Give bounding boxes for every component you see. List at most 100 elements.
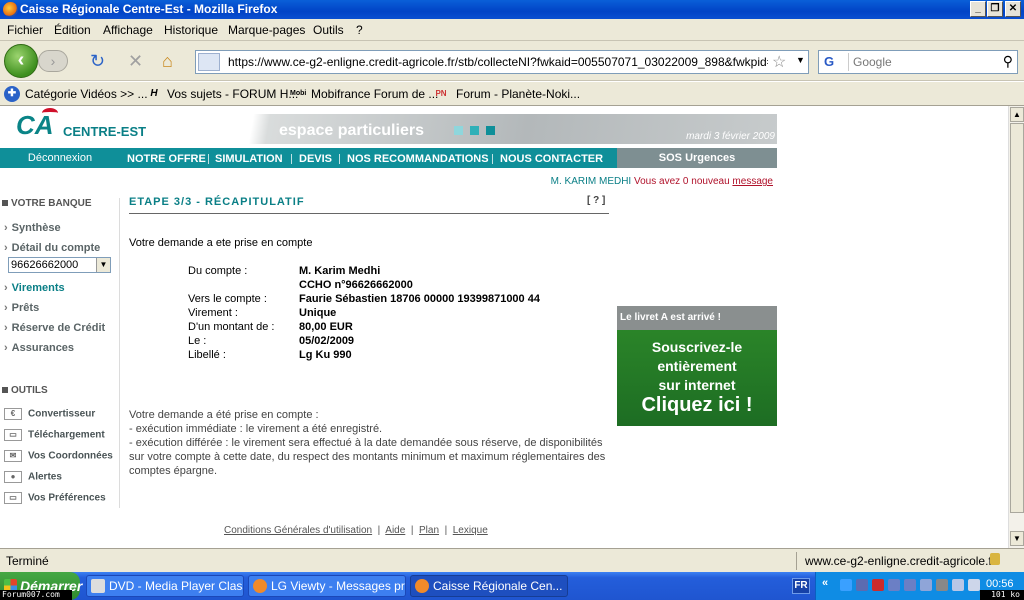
logout-link[interactable]: Déconnexion [0, 148, 120, 168]
forward-button[interactable]: › [38, 50, 68, 72]
promo-cta[interactable]: Cliquez ici ! [617, 394, 777, 417]
url-text[interactable]: https://www.ce-g2-enligne.credit-agricol… [228, 55, 768, 69]
site-identity-icon[interactable] [198, 53, 220, 71]
menu-detail-compte[interactable]: Détail du compte [4, 242, 101, 254]
menu-outils[interactable]: Outils [313, 23, 344, 37]
firefox-icon [253, 579, 267, 593]
message-link[interactable]: message [732, 176, 773, 187]
bookmark-item[interactable]: Vos sujets - FORUM H... [167, 87, 298, 101]
back-button[interactable]: ‹ [4, 44, 38, 78]
summary-value: M. Karim Medhi [299, 265, 381, 277]
menu-virements[interactable]: Virements [4, 282, 65, 294]
footer-cgu-link[interactable]: Conditions Générales d'utilisation [224, 525, 372, 536]
bluetooth-icon[interactable] [840, 579, 852, 591]
task-media-player[interactable]: DVD - Media Player Class... [86, 575, 244, 597]
bookmark-item[interactable]: Forum - Planète-Noki... [456, 87, 580, 101]
menu-historique[interactable]: Historique [164, 23, 218, 37]
nav-simulation[interactable]: SIMULATION [215, 148, 283, 170]
volume-icon[interactable] [968, 579, 980, 591]
summary-label: D'un montant de : [188, 321, 275, 333]
network-disconnected-icon[interactable] [904, 579, 916, 591]
tool-alertes[interactable]: ● Alertes [4, 471, 62, 483]
search-box[interactable]: G Google ⚲ [818, 50, 1018, 74]
volume-icon[interactable] [952, 579, 964, 591]
reload-icon[interactable]: ↻ [90, 51, 105, 71]
banner-square [486, 126, 495, 135]
firefox-icon [415, 579, 429, 593]
sos-urgences-button[interactable]: SOS Urgences [617, 148, 777, 168]
bookmark-item[interactable]: Catégorie Vidéos >> ... [25, 87, 148, 101]
tool-label: Téléchargement [28, 429, 105, 441]
help-link[interactable]: [ ? ] [587, 195, 605, 206]
network-icon[interactable] [856, 579, 868, 591]
task-lg-viewty[interactable]: LG Viewty - Messages pri... [248, 575, 406, 597]
menu-assurances[interactable]: Assurances [4, 342, 74, 354]
chevron-down-icon[interactable]: ▼ [96, 258, 110, 272]
bookmark-item[interactable]: Mobifrance Forum de ... [311, 87, 438, 101]
minimize-button[interactable]: _ [970, 1, 986, 17]
watermark: 101 ko [980, 590, 1024, 600]
menu-affichage[interactable]: Affichage [103, 23, 153, 37]
maximize-button[interactable]: ❐ [987, 1, 1003, 17]
vertical-scrollbar[interactable]: ▲ ▼ [1008, 106, 1024, 548]
antivirus-icon[interactable] [872, 579, 884, 591]
navigation-toolbar: ‹ › ↻ ✕ ⌂ https://www.ce-g2-enligne.cred… [0, 41, 1024, 81]
space-label: espace particuliers [279, 122, 424, 139]
summary-label: Le : [188, 335, 207, 347]
nav-notre-offre[interactable]: NOTRE OFFRE [127, 148, 206, 170]
left-menu: VOTRE BANQUE Synthèse Détail du compte 9… [0, 198, 120, 508]
taskbar: Démarrer DVD - Media Player Class... LG … [0, 572, 1024, 600]
footer-aide-link[interactable]: Aide [385, 525, 405, 536]
task-caisse-regionale[interactable]: Caisse Régionale Cen... [410, 575, 568, 597]
tray-app-icon[interactable] [936, 579, 948, 591]
scroll-down-icon[interactable]: ▼ [1010, 531, 1024, 546]
tool-preferences[interactable]: ▭ Vos Préférences [4, 492, 106, 504]
menu-help[interactable]: ? [356, 23, 363, 37]
nav-recommandations[interactable]: NOS RECOMMANDATIONS [347, 148, 489, 170]
search-engine-icon[interactable]: G [821, 53, 849, 71]
footer-lexique-link[interactable]: Lexique [453, 525, 488, 536]
summary-value: CCHO n°96626662000 [299, 279, 413, 291]
network-disconnected-icon[interactable] [888, 579, 900, 591]
close-button[interactable]: ✕ [1005, 1, 1021, 17]
menu-reserve-credit[interactable]: Réserve de Crédit [4, 322, 106, 334]
home-icon[interactable]: ⌂ [162, 51, 173, 71]
search-icon[interactable]: ⚲ [1003, 53, 1013, 70]
alert-icon: ● [4, 471, 22, 483]
bookmark-star-icon[interactable]: ☆ [772, 52, 786, 72]
bookmark-icon: ✚ [4, 86, 20, 102]
menu-marque-pages[interactable]: Marque-pages [228, 23, 305, 37]
menu-edition[interactable]: Édition [54, 23, 91, 37]
lock-icon[interactable] [990, 553, 1000, 565]
account-select-value: 96626662000 [11, 259, 79, 271]
status-text: Terminé [6, 554, 49, 568]
language-indicator[interactable]: FR [792, 578, 810, 594]
summary-value: Faurie Sébastien 18706 00000 19399871000… [299, 293, 540, 305]
page-content: CA CENTRE-EST espace particuliers mardi … [0, 106, 1008, 548]
summary-label: Virement : [188, 307, 238, 319]
tool-convertisseur[interactable]: € Convertisseur [4, 408, 95, 420]
menu-synthese[interactable]: Synthèse [4, 222, 61, 234]
livret-a-promo[interactable]: Le livret A est arrivé ! Souscrivez-le e… [617, 306, 777, 426]
nav-devis[interactable]: DEVIS [299, 148, 332, 170]
summary-value: Unique [299, 307, 337, 319]
menu-prets[interactable]: Prêts [4, 302, 40, 314]
tray-expand-icon[interactable]: « [822, 577, 828, 589]
account-select[interactable]: 96626662000 ▼ [8, 257, 111, 273]
stop-icon[interactable]: ✕ [128, 51, 143, 71]
tool-telechargement[interactable]: ▭ Téléchargement [4, 429, 105, 441]
scroll-thumb[interactable] [1010, 123, 1024, 513]
scroll-up-icon[interactable]: ▲ [1010, 107, 1024, 122]
footer-plan-link[interactable]: Plan [419, 525, 439, 536]
url-dropdown-icon[interactable]: ▼ [796, 55, 805, 65]
search-placeholder[interactable]: Google [853, 55, 892, 69]
note-line: - exécution immédiate : le virement a ét… [129, 423, 383, 435]
bookmark-icon: PN [435, 89, 447, 98]
notes-block: Votre demande a été prise en compte : - … [129, 408, 609, 478]
tool-coordonnees[interactable]: ✉ Vos Coordonnées [4, 450, 113, 462]
nav-contact[interactable]: NOUS CONTACTER [500, 148, 603, 170]
menu-fichier[interactable]: Fichier [7, 23, 43, 37]
network-icon[interactable] [920, 579, 932, 591]
url-bar[interactable]: https://www.ce-g2-enligne.credit-agricol… [195, 50, 809, 74]
task-label: Caisse Régionale Cen... [433, 579, 563, 593]
